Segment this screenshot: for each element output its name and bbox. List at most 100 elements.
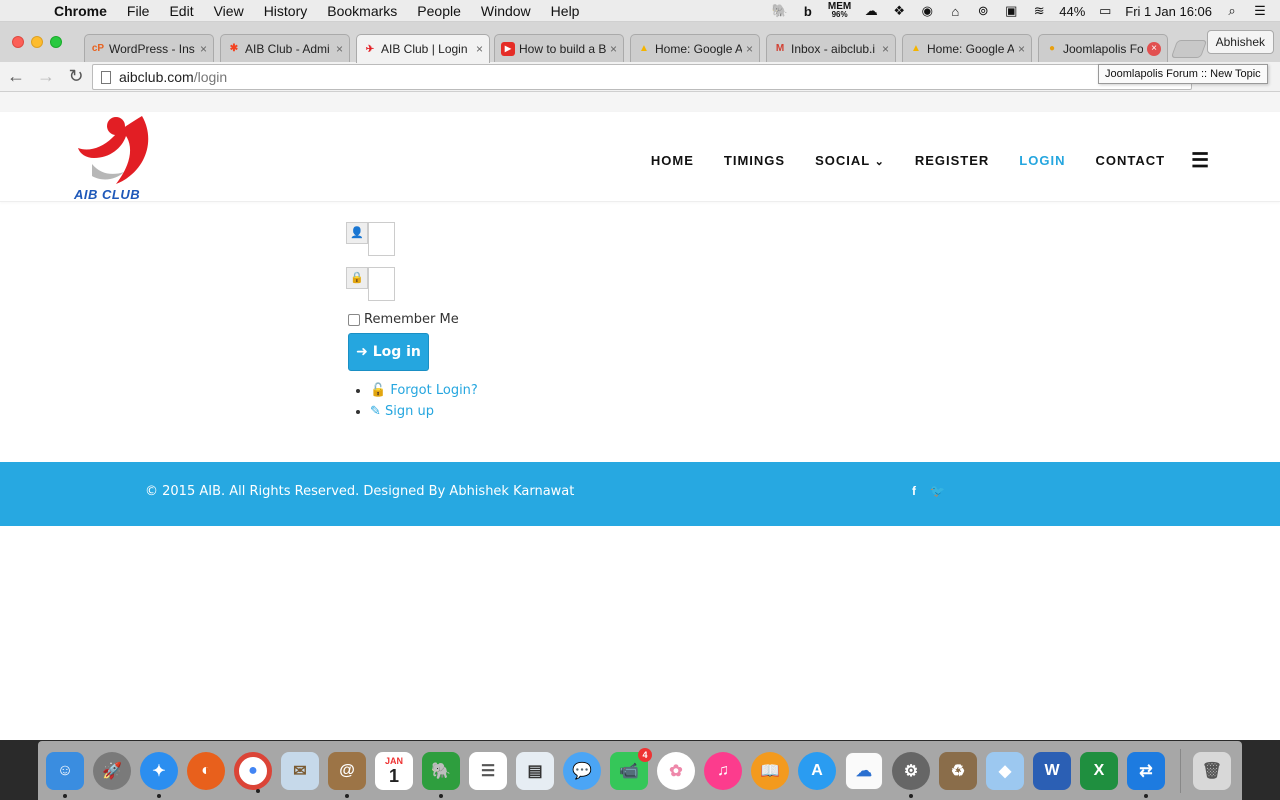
nav-social[interactable]: SOCIAL ⌄ [815,153,885,168]
safari-icon[interactable]: ✦ [140,751,178,798]
location-icon[interactable]: ⊚ [975,3,991,19]
menu-app-name[interactable]: Chrome [54,3,107,19]
menu-file[interactable]: File [127,3,150,19]
ibooks-icon[interactable]: 📖 [751,751,789,790]
close-tab-icon[interactable]: × [336,42,343,56]
trash-icon[interactable]: 🗑 [1193,751,1231,790]
aib-icon: ✈ [365,43,375,55]
app-store-icon[interactable]: A [798,751,836,790]
virtualbox-icon[interactable]: ◆ [986,751,1024,790]
firefox-icon[interactable]: ◐ [187,751,225,790]
minimize-window-button[interactable] [31,36,43,48]
login-button[interactable]: ➜ Log in [348,333,429,371]
twitter-icon[interactable]: 🐦 [930,484,945,498]
mail-icon[interactable]: ✉ [281,751,319,790]
remember-me-checkbox[interactable] [348,313,360,326]
itunes-icon[interactable]: ♫ [704,751,742,790]
site-footer: © 2015 AIB. All Rights Reserved. Designe… [0,462,1280,526]
browser-tab[interactable]: ▲ Home: Google A × [902,34,1032,62]
close-tab-icon[interactable]: × [476,42,483,56]
finder-icon[interactable]: ☺ [46,751,84,798]
calendar-icon[interactable]: JAN 1 [375,751,413,790]
nav-contact[interactable]: CONTACT [1095,153,1165,168]
contacts-icon[interactable]: @ [328,751,366,798]
forward-arrow-icon[interactable]: → [32,66,60,87]
menu-view[interactable]: View [214,3,244,19]
nav-social-label: SOCIAL [815,153,870,168]
new-tab-button[interactable] [1170,40,1208,58]
menu-edit[interactable]: Edit [169,3,193,19]
wifi-icon[interactable]: ≋ [1031,3,1047,19]
menu-bookmarks[interactable]: Bookmarks [327,3,397,19]
reload-icon[interactable]: ↻ [62,66,90,87]
close-window-button[interactable] [12,36,24,48]
close-tab-icon[interactable]: × [200,42,207,56]
menu-window[interactable]: Window [481,3,531,19]
browser-tab[interactable]: ✱ AIB Club - Admi × [220,34,350,62]
notification-center-icon[interactable]: ☰ [1252,3,1268,19]
dropbox-icon[interactable]: ❖ [891,3,907,19]
browser-tab[interactable]: cP WordPress - Ins × [84,34,214,62]
remember-me-label[interactable]: Remember Me [364,312,459,327]
preview-icon[interactable]: ▤ [516,751,554,790]
archive-utility-icon[interactable]: ♻ [939,751,977,790]
memory-monitor[interactable]: MEM 96% [828,2,851,19]
browser-tab[interactable]: ▶ How to build a B × [494,34,624,62]
edit-icon: ✎ [370,404,381,419]
evernote-icon[interactable]: 🐘 [422,751,460,798]
close-tab-icon[interactable]: × [610,42,617,56]
menubar-clock[interactable]: Fri 1 Jan 16:06 [1125,4,1212,19]
username-input[interactable] [368,222,395,256]
unlock-icon: 🔓 [370,383,387,398]
spotlight-search-icon[interactable]: ⌕ [1224,3,1240,19]
browser-tab[interactable]: ▲ Home: Google A × [630,34,760,62]
bartender-icon[interactable]: b [800,4,816,19]
back-arrow-icon[interactable]: ← [2,66,30,87]
menu-help[interactable]: Help [551,3,580,19]
battery-percent[interactable]: 44% [1059,4,1085,19]
photos-icon[interactable]: ✿ [657,751,695,790]
page-viewport: AIB CLUB HOME TIMINGS SOCIAL ⌄ REGISTER … [0,92,1280,740]
chrome-icon[interactable]: ● [234,751,272,793]
facetime-icon[interactable]: 📹 4 [610,747,652,790]
system-preferences-icon[interactable]: ⚙ [892,751,930,798]
forgot-login-link[interactable]: 🔓 Forgot Login? [370,383,478,398]
browser-tab[interactable]: ● Joomlapolis For × [1038,34,1168,62]
facebook-icon[interactable]: f [912,484,916,498]
teamviewer-status-icon[interactable]: ▣ [1003,3,1019,19]
messages-icon[interactable]: 💬 [563,751,601,790]
footer-copyright: © 2015 AIB. All Rights Reserved. Designe… [145,484,575,499]
menu-history[interactable]: History [264,3,308,19]
word-icon[interactable]: W [1033,751,1071,790]
profile-button[interactable]: Abhishek [1206,30,1274,54]
reminders-icon[interactable]: ☰ [469,751,507,790]
menu-people[interactable]: People [417,3,461,19]
main-nav: HOME TIMINGS SOCIAL ⌄ REGISTER LOGIN CON… [621,148,1210,173]
sync-icon[interactable]: ◉ [919,3,935,19]
zoom-window-button[interactable] [50,36,62,48]
teamviewer-icon[interactable]: ⇄ [1127,751,1165,798]
icloud-drive-icon[interactable]: ☁ [845,751,883,790]
nav-login[interactable]: LOGIN [1019,153,1065,168]
password-input[interactable] [368,267,395,301]
cloud-icon[interactable]: ☁ [863,3,879,19]
browser-tab-active[interactable]: ✈ AIB Club | Login × [356,34,490,63]
site-logo[interactable]: AIB CLUB [72,114,158,202]
sign-up-link[interactable]: ✎ Sign up [370,404,434,419]
home-icon[interactable]: ⌂ [947,4,963,19]
evernote-status-icon[interactable]: 🐘 [772,3,788,19]
launchpad-icon[interactable]: 🚀 [93,751,131,790]
close-tab-icon[interactable]: × [1147,41,1161,56]
close-tab-icon[interactable]: × [746,42,753,56]
battery-icon[interactable]: ▭ [1097,3,1113,19]
tab-title: Inbox - aibclub.i [791,41,876,56]
address-bar[interactable]: aibclub.com /login [92,64,1192,90]
hamburger-menu-icon[interactable]: ☰ [1191,148,1210,173]
browser-tab[interactable]: M Inbox - aibclub.i × [766,34,896,62]
nav-timings[interactable]: TIMINGS [724,153,785,168]
close-tab-icon[interactable]: × [1018,42,1025,56]
nav-register[interactable]: REGISTER [915,153,989,168]
close-tab-icon[interactable]: × [882,42,889,56]
excel-icon[interactable]: X [1080,751,1118,790]
nav-home[interactable]: HOME [651,153,694,168]
